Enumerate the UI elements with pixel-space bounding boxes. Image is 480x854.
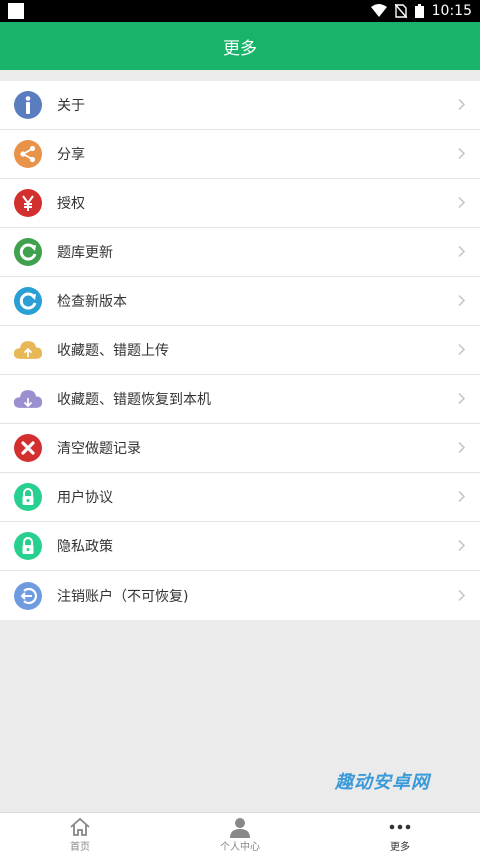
- menu-item-label: 清空做题记录: [57, 441, 141, 457]
- wifi-icon: [370, 4, 387, 17]
- menu-item-label: 检查新版本: [57, 294, 127, 310]
- menu-item-privacy-policy[interactable]: 隐私政策: [0, 522, 480, 571]
- menu-item-question-bank-update[interactable]: 题库更新: [0, 228, 480, 277]
- battery-icon: [414, 4, 424, 18]
- menu-item-about[interactable]: 关于: [0, 81, 480, 130]
- lock-icon: [13, 482, 43, 512]
- tab-label: 个人中心: [220, 842, 260, 853]
- tab-profile[interactable]: 个人中心: [160, 813, 320, 854]
- chevron-right-icon: [458, 243, 466, 262]
- menu-item-restore-favorites[interactable]: 收藏题、错题恢复到本机: [0, 375, 480, 424]
- menu-list: 关于 分享 授权 题库更新 检查新版本 收藏题、错题上传 收藏题、错题恢复到本机…: [0, 81, 480, 620]
- menu-item-clear-records[interactable]: 清空做题记录: [0, 424, 480, 473]
- chevron-right-icon: [458, 341, 466, 360]
- watermark-text: 趣动安卓网: [335, 772, 430, 793]
- menu-item-label: 分享: [57, 147, 85, 163]
- menu-item-user-agreement[interactable]: 用户协议: [0, 473, 480, 522]
- chevron-right-icon: [458, 194, 466, 213]
- chevron-right-icon: [458, 390, 466, 409]
- chevron-right-icon: [458, 537, 466, 556]
- clear-icon: [13, 433, 43, 463]
- chevron-right-icon: [458, 439, 466, 458]
- menu-item-label: 隐私政策: [57, 539, 113, 555]
- more-icon: [389, 816, 411, 838]
- tab-more[interactable]: 更多: [320, 813, 480, 854]
- status-time: 10:15: [431, 3, 472, 19]
- status-bar: 10:15: [0, 0, 480, 22]
- cloud-download-icon: [13, 384, 43, 414]
- notification-icon: [8, 3, 24, 19]
- bottom-nav: 首页 个人中心 更多: [0, 812, 480, 854]
- no-sim-icon: [394, 4, 407, 18]
- menu-item-label: 授权: [57, 196, 85, 212]
- chevron-right-icon: [458, 586, 466, 605]
- tab-label: 首页: [70, 842, 90, 853]
- cloud-upload-icon: [13, 335, 43, 365]
- menu-item-authorize[interactable]: 授权: [0, 179, 480, 228]
- share-icon: [13, 139, 43, 169]
- chevron-right-icon: [458, 145, 466, 164]
- menu-item-delete-account[interactable]: 注销账户（不可恢复): [0, 571, 480, 620]
- chevron-right-icon: [458, 96, 466, 115]
- page-title: 更多: [223, 38, 257, 59]
- menu-item-label: 用户协议: [57, 490, 113, 506]
- home-icon: [69, 816, 91, 838]
- menu-item-label: 题库更新: [57, 245, 113, 261]
- tab-label: 更多: [390, 842, 410, 853]
- lock-icon: [13, 531, 43, 561]
- chevron-right-icon: [458, 488, 466, 507]
- menu-item-label: 注销账户（不可恢复): [57, 588, 189, 605]
- menu-item-label: 收藏题、错题上传: [57, 343, 169, 359]
- person-icon: [229, 816, 251, 838]
- menu-item-label: 收藏题、错题恢复到本机: [57, 392, 211, 408]
- app-header: 更多: [0, 22, 480, 70]
- menu-item-share[interactable]: 分享: [0, 130, 480, 179]
- logout-icon: [13, 581, 43, 611]
- tab-home[interactable]: 首页: [0, 813, 160, 854]
- yen-icon: [13, 188, 43, 218]
- menu-item-check-version[interactable]: 检查新版本: [0, 277, 480, 326]
- refresh-icon: [13, 237, 43, 267]
- menu-item-upload-favorites[interactable]: 收藏题、错题上传: [0, 326, 480, 375]
- info-icon: [13, 90, 43, 120]
- menu-item-label: 关于: [57, 98, 85, 114]
- refresh-icon: [13, 286, 43, 316]
- chevron-right-icon: [458, 292, 466, 311]
